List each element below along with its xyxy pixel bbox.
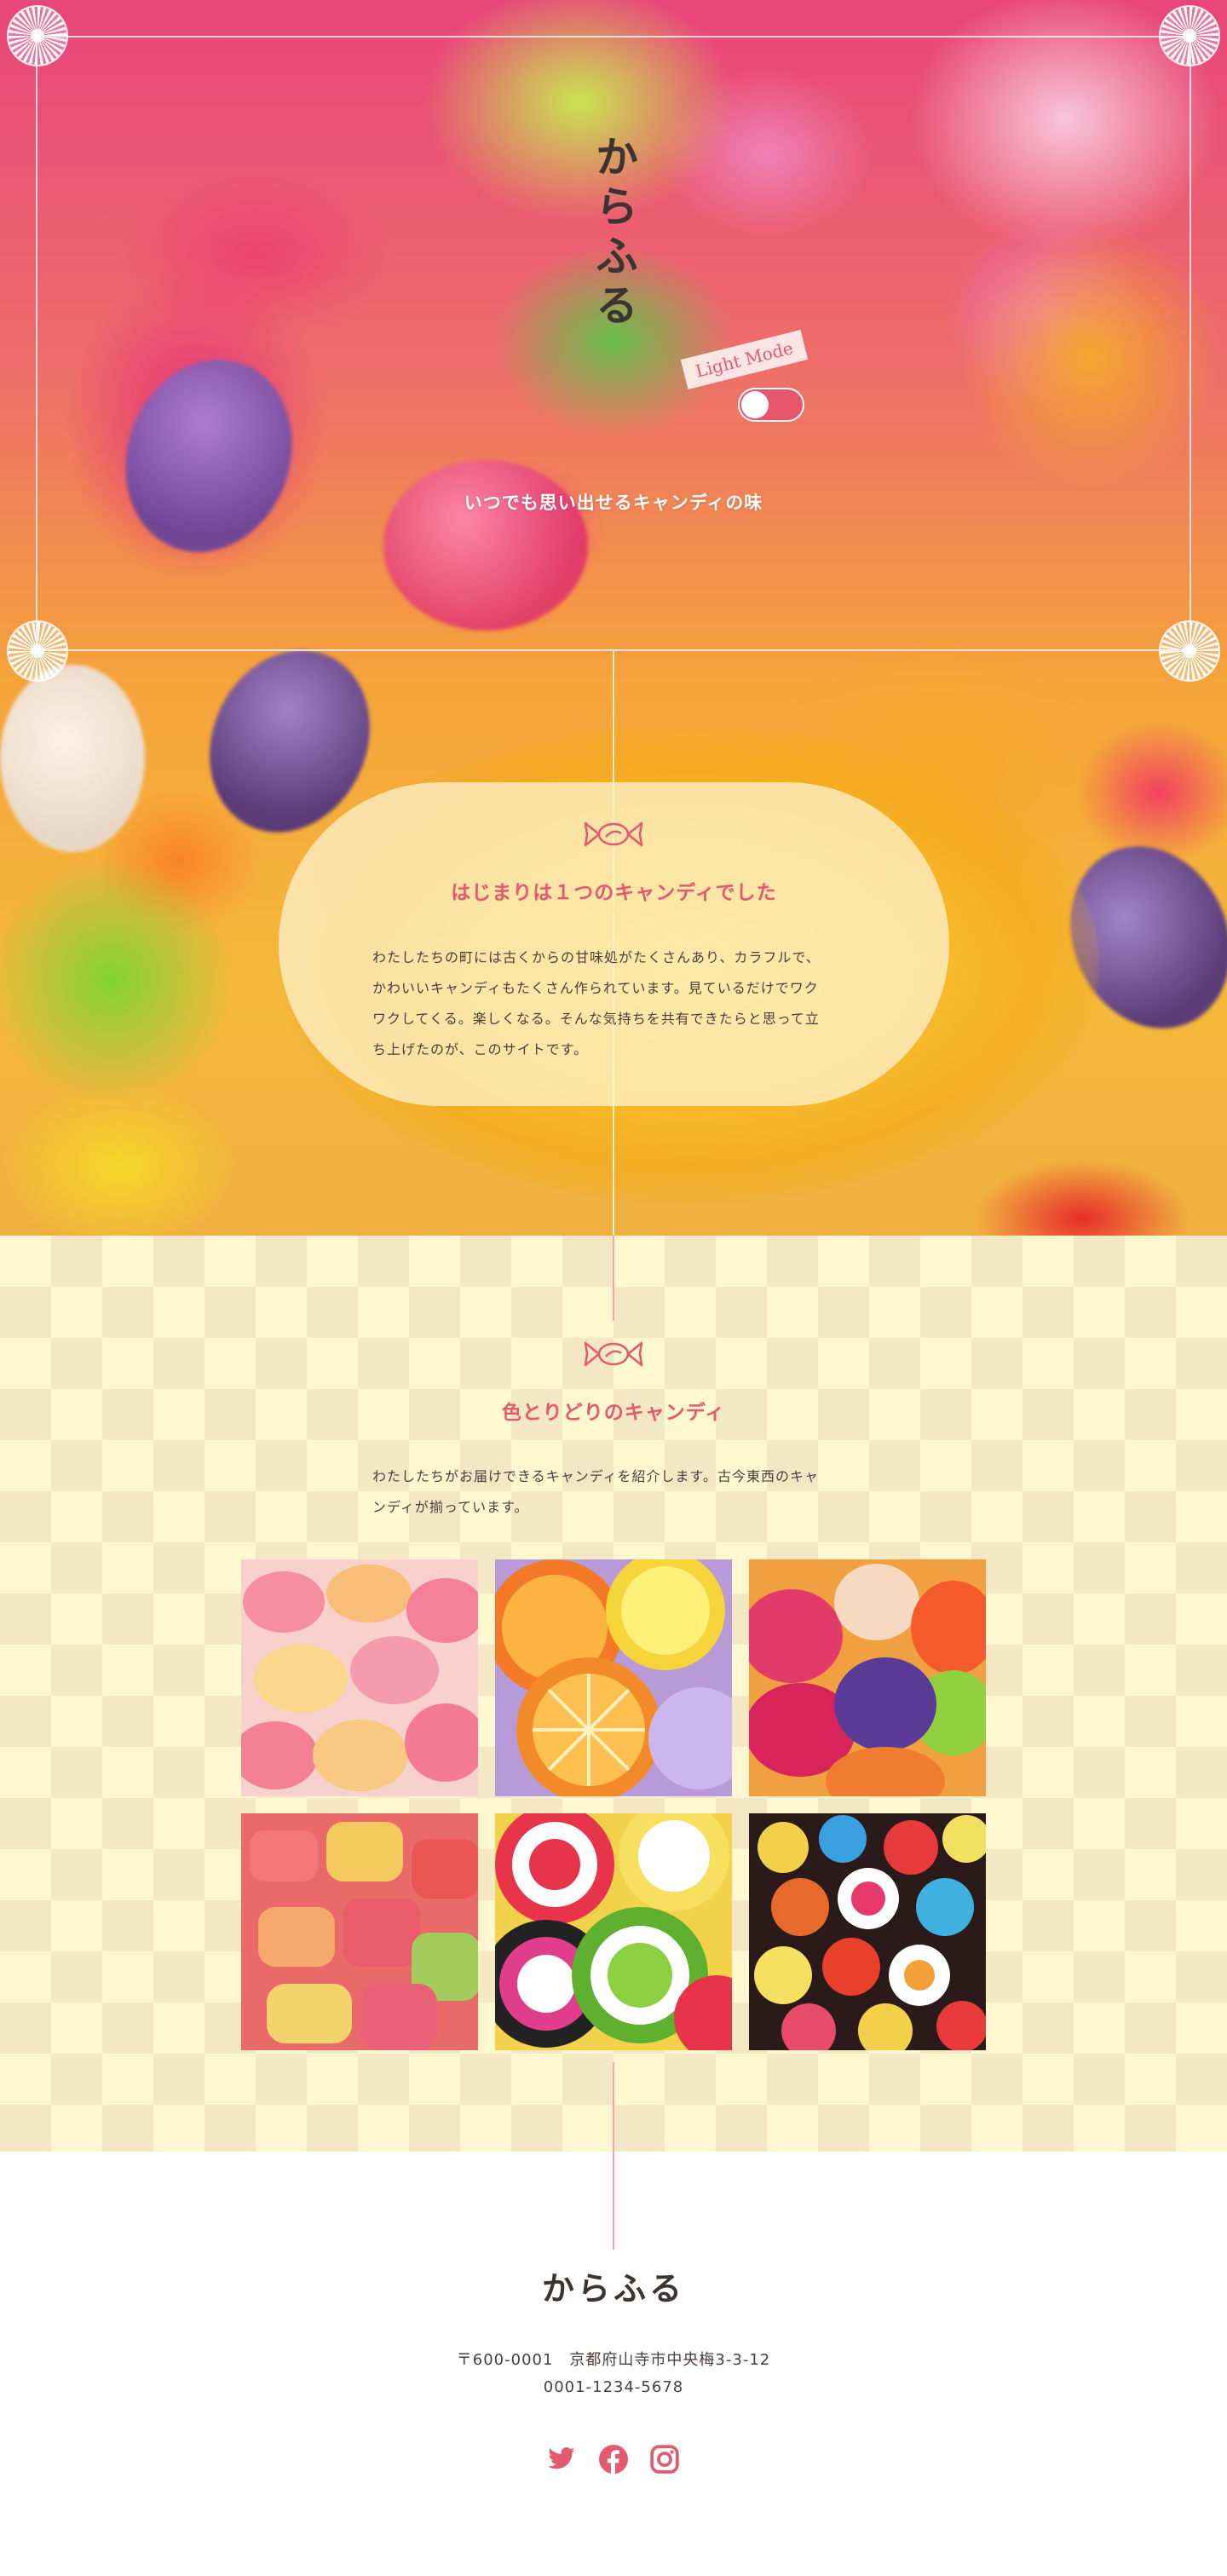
gallery-image-gummy-candies[interactable] xyxy=(241,1559,478,1796)
light-mode-toggle[interactable] xyxy=(738,388,804,422)
center-divider-line xyxy=(613,2062,614,2152)
products-text-line: ンディが揃っています。 xyxy=(372,1499,529,1515)
footer-phone: 0001-1234-5678 xyxy=(543,2378,684,2396)
intro-text: わたしたちの町には古くからの甘味処がたくさんあり、カラフルで、 かわいいキャンデ… xyxy=(372,942,867,1065)
facebook-icon[interactable] xyxy=(598,2444,629,2475)
intro-card: はじまりは１つのキャンディでした わたしたちの町には古くからの甘味処がたくさんあ… xyxy=(279,782,949,1106)
corner-rosette-icon xyxy=(9,7,66,65)
toggle-knob xyxy=(741,391,769,418)
twitter-icon[interactable] xyxy=(546,2444,577,2475)
products-heading: 色とりどりのキャンディ xyxy=(501,1402,726,1424)
gallery-image-swirl-lollipops[interactable] xyxy=(495,1813,732,2050)
wrapped-candy-icon xyxy=(584,1341,643,1367)
purple-candy-shape xyxy=(99,336,319,576)
products-text-line: わたしたちがお届けできるキャンディを紹介します。古今東西のキャ xyxy=(372,1468,819,1484)
mode-label: Light Mode xyxy=(680,330,809,389)
hero-tagline: いつでも思い出せるキャンディの味 xyxy=(464,493,763,513)
gallery-image-hard-candies[interactable] xyxy=(749,1559,986,1796)
hero-section: からふる Light Mode いつでも思い出せるキャンディの味 はじまりは１つ… xyxy=(0,0,1227,1236)
products-section: 色とりどりのキャンディ わたしたちがお届けできるキャンディを紹介します。古今東西… xyxy=(0,1236,1227,2152)
intro-text-line: かわいいキャンディもたくさん作られています。見ているだけでワク xyxy=(372,980,819,996)
gallery-image-citrus-candies[interactable] xyxy=(495,1559,732,1796)
corner-rosette-icon xyxy=(1161,7,1218,65)
instagram-icon[interactable] xyxy=(649,2444,680,2475)
footer-address: 〒600-0001 京都府山寺市中央梅3-3-12 xyxy=(456,2351,771,2369)
corner-rosette-icon xyxy=(9,622,66,680)
intro-text-line: わたしたちの町には古くからの甘味処がたくさんあり、カラフルで、 xyxy=(372,949,821,965)
frame-right-line xyxy=(1190,36,1191,649)
site-footer: からふる 〒600-0001 京都府山寺市中央梅3-3-12 0001-1234… xyxy=(0,2152,1227,2576)
corner-rosette-icon xyxy=(1161,622,1218,680)
gallery-image-ball-lollipops[interactable] xyxy=(749,1813,986,2050)
wrapped-candy-icon xyxy=(584,821,643,847)
intro-heading: はじまりは１つのキャンディでした xyxy=(451,882,777,904)
center-divider-line xyxy=(613,2152,614,2250)
footer-logo[interactable]: からふる xyxy=(0,2262,1227,2309)
gallery-image-sugar-jellies[interactable] xyxy=(241,1813,478,2050)
intro-text-line: ち上げたのが、このサイトです。 xyxy=(372,1041,589,1057)
intro-text-line: ワクしてくる。楽しくなる。そんな気持ちを共有できたらと思って立 xyxy=(372,1011,820,1027)
site-title: からふる xyxy=(589,135,639,332)
frame-top-line xyxy=(36,36,1191,37)
products-text: わたしたちがお届けできるキャンディを紹介します。古今東西のキャ ンディが揃ってい… xyxy=(372,1461,884,1523)
pink-candy-shape xyxy=(383,460,588,631)
white-candy-shape xyxy=(0,665,145,852)
frame-left-line xyxy=(36,36,37,649)
center-divider-line xyxy=(613,1236,614,1321)
